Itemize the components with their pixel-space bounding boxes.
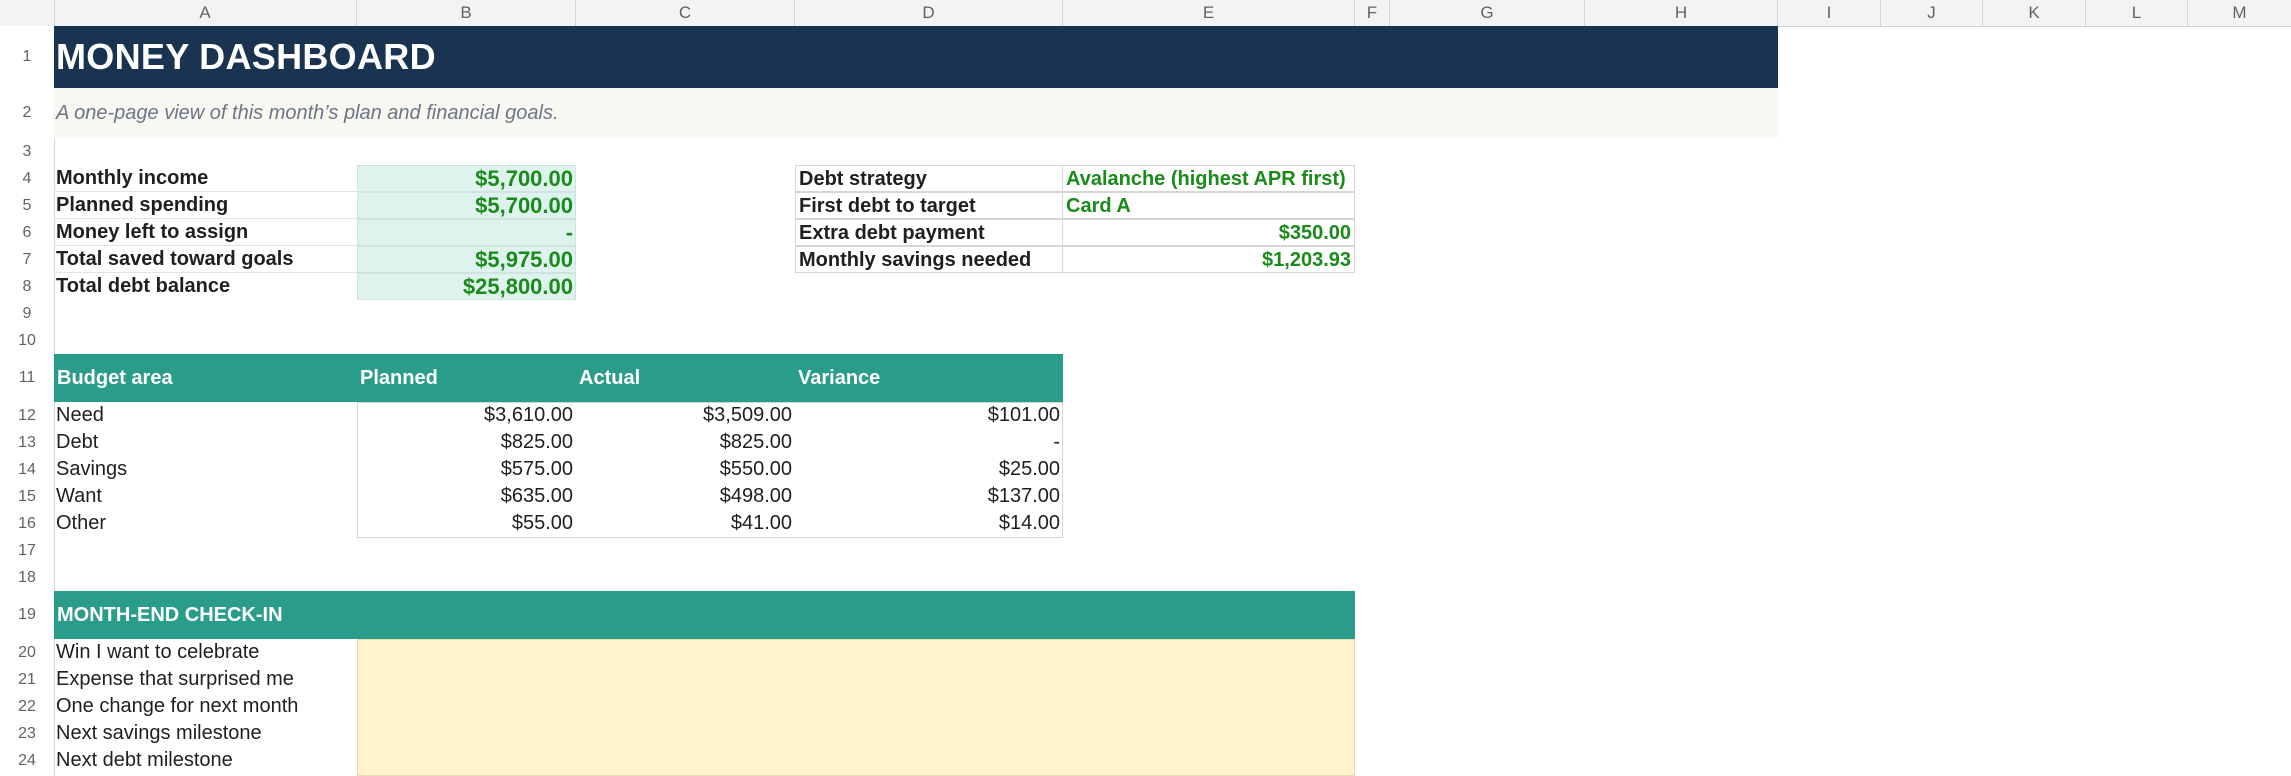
row-header-1[interactable]: 1: [0, 26, 54, 88]
row-header-15[interactable]: 15: [0, 483, 54, 510]
debt-value-strategy[interactable]: Avalanche (highest APR first): [1062, 165, 1355, 192]
row-header-8[interactable]: 8: [0, 273, 54, 300]
summary-label-total-saved[interactable]: Total saved toward goals: [54, 246, 357, 273]
row-header-11[interactable]: 11: [0, 354, 54, 402]
summary-value-income: $5,700.00: [475, 166, 573, 191]
checkin-notes-area[interactable]: [357, 639, 1355, 776]
checkin-item[interactable]: Next debt milestone: [54, 747, 357, 774]
debt-label-extra-payment[interactable]: Extra debt payment: [795, 219, 1063, 246]
debt-value-savings-needed[interactable]: $1,203.93: [1062, 246, 1355, 273]
budget-variance-cell[interactable]: $25.00: [795, 456, 1063, 483]
budget-variance-cell[interactable]: $14.00: [795, 510, 1063, 537]
checkin-item[interactable]: Win I want to celebrate: [54, 639, 357, 666]
row-header-2[interactable]: 2: [0, 88, 54, 138]
column-header-bar: A B C D E F G H I J K L M: [0, 0, 2291, 27]
page-title[interactable]: MONEY DASHBOARD: [56, 26, 436, 88]
row-header-10[interactable]: 10: [0, 327, 54, 354]
checkin-item[interactable]: Expense that surprised me: [54, 666, 357, 693]
column-header-j[interactable]: J: [1881, 0, 1983, 26]
budget-header-area[interactable]: Budget area: [54, 354, 357, 402]
column-header-b[interactable]: B: [357, 0, 576, 26]
summary-label-money-left[interactable]: Money left to assign: [54, 219, 357, 246]
row-header-13[interactable]: 13: [0, 429, 54, 456]
checkin-item[interactable]: Next savings milestone: [54, 720, 357, 747]
budget-header-planned[interactable]: Planned: [357, 354, 576, 402]
budget-variance-cell[interactable]: $101.00: [795, 402, 1063, 429]
budget-variance-cell[interactable]: $137.00: [795, 483, 1063, 510]
budget-actual-cell[interactable]: $41.00: [576, 510, 795, 537]
debt-label-strategy[interactable]: Debt strategy: [795, 165, 1063, 192]
row-header-23[interactable]: 23: [0, 720, 54, 747]
summary-divider: [54, 245, 357, 246]
column-header-e[interactable]: E: [1063, 0, 1355, 26]
row-header-5[interactable]: 5: [0, 192, 54, 219]
budget-planned-cell[interactable]: $635.00: [357, 483, 576, 510]
row-header-22[interactable]: 22: [0, 693, 54, 720]
row-header-19[interactable]: 19: [0, 591, 54, 639]
budget-variance-cell[interactable]: -: [795, 429, 1063, 456]
row-header-9[interactable]: 9: [0, 300, 54, 327]
row-header-17[interactable]: 17: [0, 537, 54, 564]
column-header-h[interactable]: H: [1585, 0, 1778, 26]
summary-value-money-left: -: [565, 220, 573, 245]
row-header-3[interactable]: 3: [0, 138, 54, 165]
budget-area-cell[interactable]: Other: [54, 510, 357, 537]
column-header-g[interactable]: G: [1390, 0, 1585, 26]
budget-area-cell[interactable]: Savings: [54, 456, 357, 483]
row-header-18[interactable]: 18: [0, 564, 54, 591]
summary-label-total-debt[interactable]: Total debt balance: [54, 273, 357, 300]
column-header-d[interactable]: D: [795, 0, 1063, 26]
budget-planned-cell[interactable]: $3,610.00: [357, 402, 576, 429]
row-header-6[interactable]: 6: [0, 219, 54, 246]
summary-divider: [54, 191, 357, 192]
summary-value-planned-spending: $5,700.00: [475, 193, 573, 218]
row-header-21[interactable]: 21: [0, 666, 54, 693]
checkin-title[interactable]: MONTH-END CHECK-IN: [54, 591, 654, 639]
page-subtitle[interactable]: A one-page view of this month’s plan and…: [56, 88, 559, 138]
column-header-i[interactable]: I: [1778, 0, 1881, 26]
budget-planned-cell[interactable]: $55.00: [357, 510, 576, 537]
budget-area-cell[interactable]: Debt: [54, 429, 357, 456]
column-header-f[interactable]: F: [1355, 0, 1390, 26]
budget-actual-cell[interactable]: $550.00: [576, 456, 795, 483]
spreadsheet-grid: A B C D E F G H I J K L M 1 2 3 4 5 6 7 …: [0, 0, 2291, 776]
row-header-12[interactable]: 12: [0, 402, 54, 429]
budget-planned-cell[interactable]: $575.00: [357, 456, 576, 483]
column-header-m[interactable]: M: [2188, 0, 2291, 26]
budget-planned-cell[interactable]: $825.00: [357, 429, 576, 456]
row-header-7[interactable]: 7: [0, 246, 54, 273]
budget-area-cell[interactable]: Need: [54, 402, 357, 429]
debt-label-savings-needed[interactable]: Monthly savings needed: [795, 246, 1063, 273]
summary-value-total-debt: $25,800.00: [462, 274, 573, 299]
row-header-20[interactable]: 20: [0, 639, 54, 666]
budget-area-cell[interactable]: Want: [54, 483, 357, 510]
budget-actual-cell[interactable]: $3,509.00: [576, 402, 795, 429]
row-header-14[interactable]: 14: [0, 456, 54, 483]
checkin-item[interactable]: One change for next month: [54, 693, 357, 720]
summary-value-total-saved: $5,975.00: [475, 247, 573, 272]
summary-label-planned-spending[interactable]: Planned spending: [54, 192, 357, 219]
row-header-16[interactable]: 16: [0, 510, 54, 537]
row-header-4[interactable]: 4: [0, 165, 54, 192]
column-header-k[interactable]: K: [1983, 0, 2086, 26]
summary-divider: [54, 218, 357, 219]
summary-divider: [54, 272, 357, 273]
column-header-c[interactable]: C: [576, 0, 795, 26]
budget-header-variance[interactable]: Variance: [795, 354, 1063, 402]
budget-actual-cell[interactable]: $825.00: [576, 429, 795, 456]
debt-label-first-target[interactable]: First debt to target: [795, 192, 1063, 219]
row-header-24[interactable]: 24: [0, 747, 54, 774]
debt-value-first-target[interactable]: Card A: [1062, 192, 1355, 219]
budget-actual-cell[interactable]: $498.00: [576, 483, 795, 510]
column-header-l[interactable]: L: [2086, 0, 2188, 26]
select-all-corner[interactable]: [0, 0, 55, 26]
budget-header-actual[interactable]: Actual: [576, 354, 795, 402]
summary-label-income[interactable]: Monthly income: [54, 165, 357, 192]
column-header-a[interactable]: A: [54, 0, 357, 26]
debt-value-extra-payment[interactable]: $350.00: [1062, 219, 1355, 246]
